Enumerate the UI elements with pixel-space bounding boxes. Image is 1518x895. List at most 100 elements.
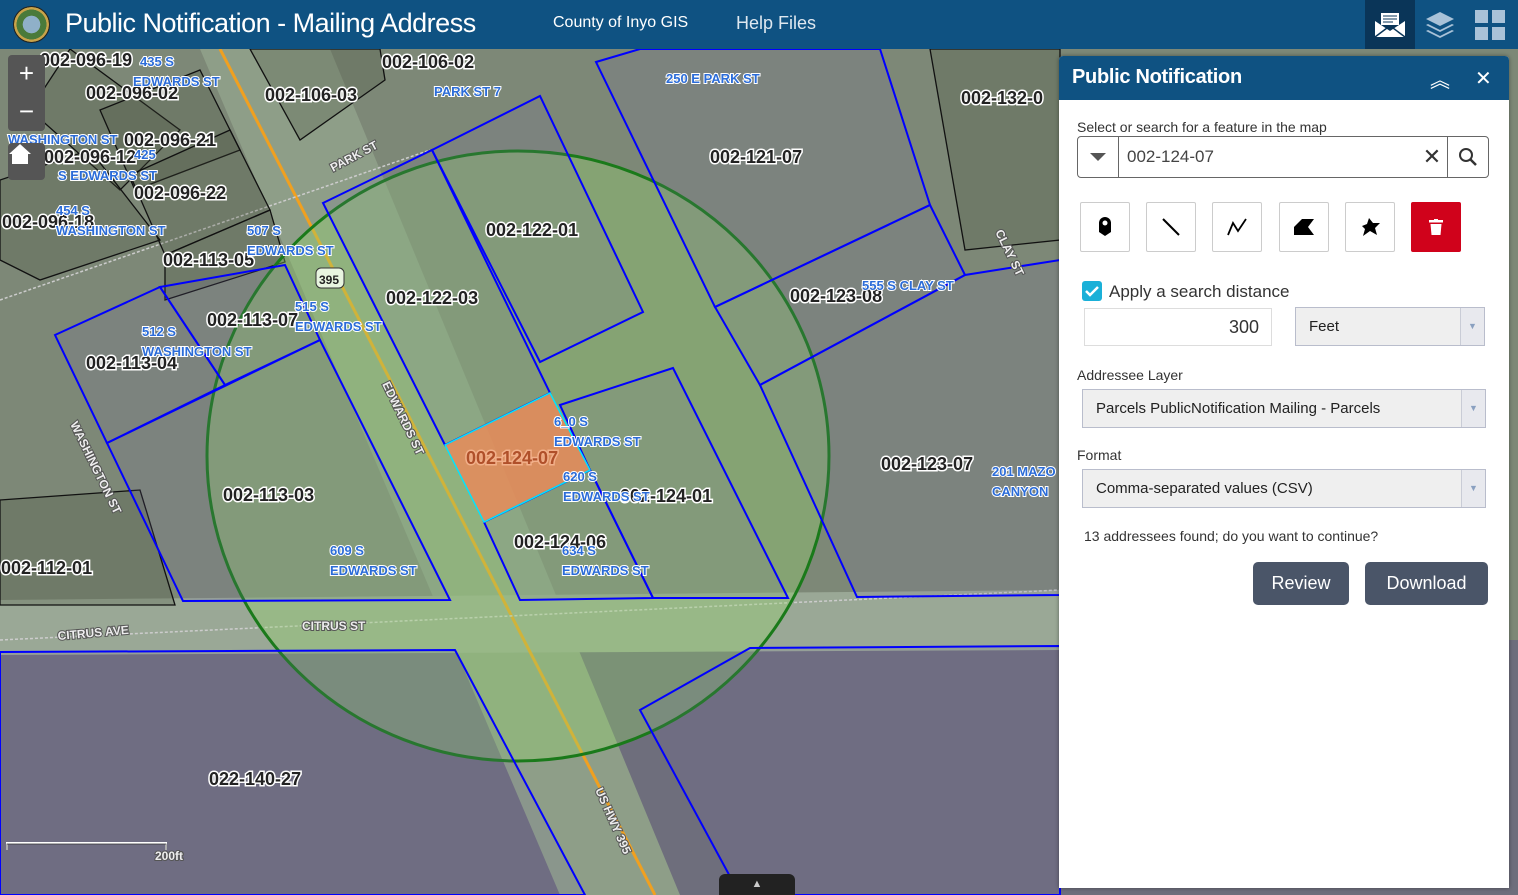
map-label: 555 S CLAY ST — [862, 278, 954, 293]
map-label: 634 S — [562, 543, 596, 558]
map-label: 002-122-01 — [486, 220, 578, 240]
map-label: 6_0 S — [554, 414, 588, 429]
review-button[interactable]: Review — [1253, 562, 1349, 605]
checkmark-icon — [1085, 286, 1099, 297]
search-source-dropdown[interactable] — [1078, 137, 1119, 177]
close-icon: ✕ — [1475, 68, 1492, 90]
map-label: EDWARDS ST — [562, 563, 649, 578]
search-box: ✕ — [1077, 136, 1489, 178]
unit-value: Feet — [1309, 318, 1340, 335]
addressee-layer-label: Addressee Layer — [1077, 367, 1183, 383]
map-label: 512 S — [142, 324, 176, 339]
apply-distance-checkbox[interactable] — [1082, 281, 1102, 301]
zoom-out-button[interactable]: − — [19, 93, 34, 131]
map-label: EDWARDS ST — [133, 74, 220, 89]
map-label: 002-106-03 — [265, 85, 357, 105]
map-label: 609 S — [330, 543, 364, 558]
polyline-icon — [1227, 218, 1247, 236]
map-label: 201 MAZO — [992, 464, 1056, 479]
map-label: 002-096-12 — [44, 147, 136, 167]
county-gis-link[interactable]: County of Inyo GIS — [553, 14, 688, 32]
addressee-layer-value: Parcels PublicNotification Mailing - Par… — [1096, 400, 1381, 417]
map-label: EDWARDS ST — [247, 243, 334, 258]
search-label: Select or search for a feature in the ma… — [1077, 119, 1327, 135]
clear-icon: ✕ — [1422, 144, 1442, 169]
map-label: CITRUS ST — [302, 619, 366, 633]
dropdown-arrow-icon: ▼ — [1461, 470, 1485, 507]
home-icon — [9, 144, 31, 164]
map-label: 002-124-07 — [466, 448, 558, 468]
draw-freehand-polygon-button[interactable] — [1345, 202, 1395, 252]
format-label: Format — [1077, 447, 1122, 463]
map-label: 250 E PARK ST — [666, 71, 760, 86]
draw-line-button[interactable] — [1146, 202, 1196, 252]
map-label: 002-121-07 — [710, 147, 802, 167]
clear-drawing-button[interactable] — [1411, 202, 1461, 252]
map-label: CANYON — [992, 484, 1048, 499]
map-label: EDWARDS ST — [563, 489, 650, 504]
map-label: WASHINGTON ST — [56, 223, 166, 238]
map-label: 002-096-19 — [40, 50, 132, 70]
freehand-polygon-icon — [1362, 218, 1380, 236]
widgets-grid-button[interactable] — [1465, 0, 1515, 49]
draw-polygon-button[interactable] — [1279, 202, 1329, 252]
map-label: 002-123-07 — [881, 454, 973, 474]
search-button[interactable] — [1447, 137, 1488, 177]
map-label: 515 S — [295, 299, 329, 314]
close-button[interactable]: ✕ — [1475, 66, 1492, 91]
map-label: 002-132-0 — [961, 88, 1043, 108]
point-icon — [1099, 217, 1111, 236]
help-files-link[interactable]: Help Files — [736, 13, 816, 34]
attribution-toggle[interactable]: ▲ — [719, 874, 795, 895]
map-label: 507 S — [247, 223, 281, 238]
download-button[interactable]: Download — [1365, 562, 1488, 605]
county-seal-logo — [13, 6, 50, 43]
home-button[interactable] — [8, 143, 45, 180]
map-label: EDWARDS ST — [330, 563, 417, 578]
app-title: Public Notification - Mailing Address — [65, 8, 476, 38]
map-label: WASHINGTON ST — [142, 344, 252, 359]
public-notification-button[interactable] — [1365, 0, 1415, 49]
format-value: Comma-separated values (CSV) — [1096, 480, 1313, 497]
layers-button[interactable] — [1415, 0, 1465, 49]
draw-polyline-button[interactable] — [1212, 202, 1262, 252]
status-message: 13 addressees found; do you want to cont… — [1084, 528, 1379, 544]
unit-select[interactable]: Feet ▼ — [1295, 307, 1485, 346]
clear-search-button[interactable]: ✕ — [1417, 137, 1447, 177]
trash-icon — [1429, 219, 1443, 235]
caret-down-icon — [1090, 153, 1106, 161]
map-label: 200ft — [155, 849, 183, 863]
map-label: 395 — [319, 273, 339, 287]
grid-icon — [1475, 9, 1505, 40]
app-header: Public Notification - Mailing Address Co… — [0, 0, 1518, 49]
zoom-in-button[interactable]: + — [19, 55, 34, 93]
map-label: EDWARDS ST — [554, 434, 641, 449]
map-label: 002-112-01 — [1, 558, 92, 578]
map-label: 022-140-27 — [209, 769, 301, 789]
collapse-button[interactable]: ︽ — [1430, 64, 1450, 93]
map-label: 435 S — [140, 54, 174, 69]
addressee-layer-select[interactable]: Parcels PublicNotification Mailing - Par… — [1082, 389, 1486, 428]
search-icon — [1459, 148, 1477, 166]
map-label: 002-113-07 — [207, 310, 298, 330]
map-label: 002-106-02 — [382, 52, 474, 72]
map-label: 002-096-22 — [134, 183, 226, 203]
map-label: 454 S — [56, 203, 90, 218]
dropdown-arrow-icon: ▼ — [1461, 390, 1485, 427]
distance-input[interactable]: 300 — [1084, 308, 1272, 346]
layers-icon — [1426, 11, 1454, 38]
map-label: 002-122-03 — [386, 288, 478, 308]
map-label: 002-113-05 — [163, 250, 254, 270]
panel-title: Public Notification — [1072, 66, 1242, 88]
map-label: PARK ST 7 — [434, 84, 501, 99]
format-select[interactable]: Comma-separated values (CSV) ▼ — [1082, 469, 1486, 508]
map-label: 620 S — [563, 469, 597, 484]
search-input[interactable] — [1119, 137, 1417, 177]
map-label: EDWARDS ST — [295, 319, 382, 334]
dropdown-arrow-icon: ▼ — [1460, 308, 1484, 345]
draw-point-button[interactable] — [1080, 202, 1130, 252]
double-chevron-up-icon: ︽ — [1430, 70, 1450, 92]
map-label: S EDWARDS ST — [58, 168, 157, 183]
map-label: 425 — [134, 147, 156, 162]
mail-icon — [1374, 12, 1406, 38]
